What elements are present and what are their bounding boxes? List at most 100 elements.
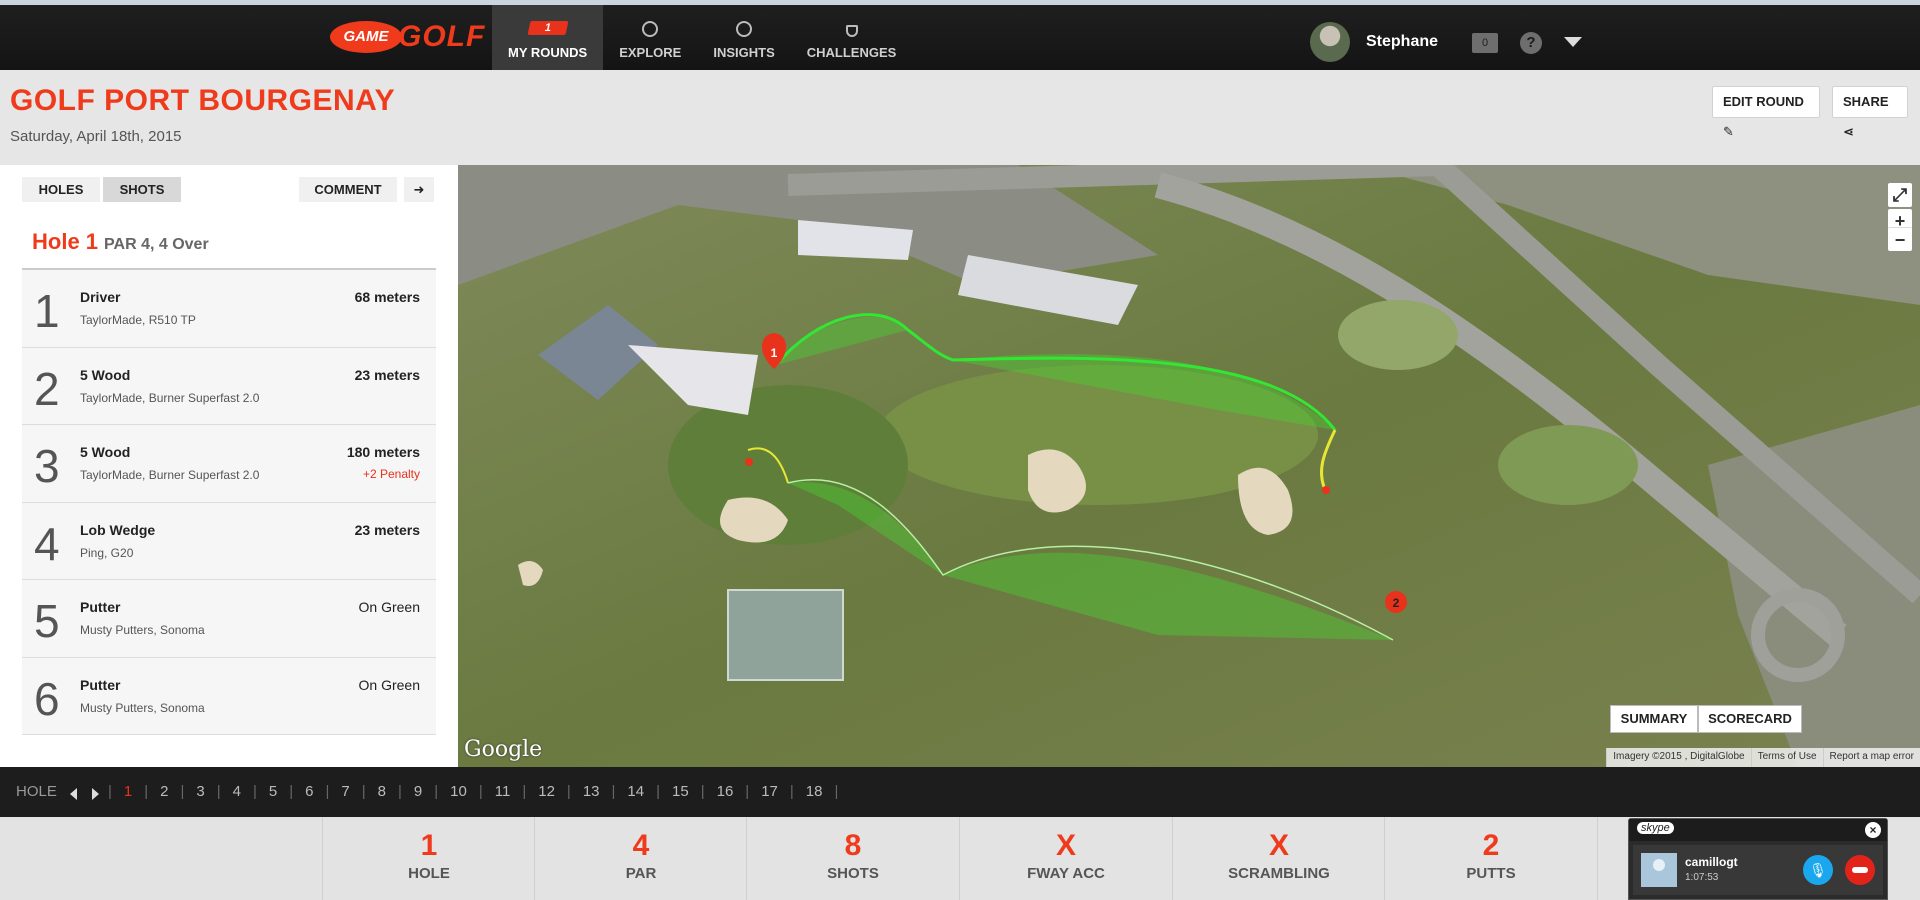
stat-value: 2: [1482, 829, 1500, 862]
user-menu[interactable]: Stephane: [1310, 22, 1438, 62]
gamegolf-logo[interactable]: GAME GOLF: [330, 17, 484, 57]
shot-club-model: TaylorMade, R510 TP: [80, 313, 196, 327]
fullscreen-icon[interactable]: ⤢: [1888, 183, 1912, 207]
terms-link[interactable]: Terms of Use: [1750, 748, 1823, 767]
help-icon[interactable]: ?: [1520, 32, 1542, 54]
shot-club-model: TaylorMade, Burner Superfast 2.0: [80, 390, 260, 405]
hole-link-18[interactable]: 18: [806, 783, 823, 800]
hole-link-17[interactable]: 17: [761, 783, 778, 800]
report-error-link[interactable]: Report a map error: [1822, 748, 1920, 767]
zoom-out-button[interactable]: −: [1888, 227, 1912, 251]
hole-link-10[interactable]: 10: [450, 783, 467, 800]
stat-label: FWAY ACC: [1027, 865, 1105, 882]
tab-holes[interactable]: HOLES: [22, 177, 100, 202]
list-item[interactable]: 5 Putter Musty Putters, Sonoma On Green: [22, 580, 436, 658]
top-bar: GAME GOLF 1 MY ROUNDS EXPLORE INSIGHTS C…: [0, 0, 1920, 70]
caller-name: camillogt: [1685, 855, 1738, 869]
shot-number: 6: [34, 672, 60, 725]
shot-club: Putter: [80, 599, 121, 615]
tab-shots[interactable]: SHOTS: [103, 177, 181, 202]
microphone-icon[interactable]: 🎙: [1803, 855, 1833, 885]
nav-insights[interactable]: INSIGHTS: [697, 5, 790, 70]
nav-label: INSIGHTS: [713, 45, 775, 60]
avatar[interactable]: [1310, 22, 1350, 62]
shot-club: Putter: [80, 676, 121, 693]
tee-marker-2[interactable]: 2: [1385, 591, 1407, 613]
call-duration: 1:07:53: [1685, 872, 1719, 883]
pencil-icon: ✎: [1723, 124, 1734, 139]
scorecard-button[interactable]: SCORECARD: [1698, 705, 1802, 733]
chevron-down-icon[interactable]: [1564, 37, 1582, 47]
stat-value: 1: [420, 829, 438, 862]
summary-button[interactable]: SUMMARY: [1610, 705, 1698, 733]
hole-separator: |: [398, 783, 402, 800]
hole-link-9[interactable]: 9: [414, 783, 422, 800]
collapse-arrow-icon[interactable]: ➜: [404, 177, 434, 202]
hole-separator: |: [325, 783, 330, 800]
skype-call-widget[interactable]: skype × camillogt 1:07:53 🎙: [1628, 818, 1888, 900]
list-item[interactable]: 4 Lob Wedge Ping, G20 23 meters: [22, 502, 436, 580]
imagery-credit: Imagery ©2015 , DigitalGlobe: [1606, 748, 1750, 767]
hole-link-2[interactable]: 2: [160, 783, 168, 800]
nav-my-rounds[interactable]: 1 MY ROUNDS: [492, 5, 604, 70]
hole-link-5[interactable]: 5: [269, 783, 277, 800]
marker-label: 1: [771, 346, 778, 360]
hole-nav-label: HOLE: [16, 783, 57, 800]
logo-game-text: GAME: [330, 21, 402, 53]
hang-up-icon[interactable]: [1845, 855, 1875, 885]
messages-icon[interactable]: 0: [1472, 33, 1498, 53]
hole-separator: |: [180, 783, 185, 800]
list-item[interactable]: 2 5 Wood TaylorMade, Burner Superfast 2.…: [22, 347, 436, 425]
hole-link-15[interactable]: 15: [672, 783, 689, 800]
stat-divider: [1597, 817, 1598, 900]
close-icon[interactable]: ×: [1865, 822, 1881, 838]
hole-separator: |: [566, 783, 571, 800]
list-item[interactable]: 3 5 Wood TaylorMade, Burner Superfast 2.…: [22, 425, 436, 503]
hole-link-6[interactable]: 6: [305, 783, 313, 800]
satellite-map[interactable]: 1 2 ⤢ + − SUMMARY SCORECARD Google Image…: [458, 165, 1920, 767]
hole-separator: |: [656, 783, 661, 800]
skype-header: skype ×: [1629, 819, 1887, 841]
shot-club-model: Musty Putters, Sonoma: [80, 623, 205, 637]
shots-panel: HOLES SHOTS COMMENT ➜ Hole 1 PAR 4, 4 Ove…: [0, 165, 458, 767]
list-item[interactable]: 1 Driver TaylorMade, R510 TP 68 meters: [22, 270, 436, 348]
hole-link-1[interactable]: 1: [124, 783, 132, 800]
hole-link-16[interactable]: 16: [717, 783, 734, 800]
map-attribution: Imagery ©2015 , DigitalGlobe Terms of Us…: [1606, 748, 1920, 767]
nav-explore[interactable]: EXPLORE: [603, 5, 697, 70]
hole-link-13[interactable]: 13: [583, 783, 600, 800]
nav-challenges[interactable]: CHALLENGES: [791, 5, 913, 70]
hole-link-8[interactable]: 8: [378, 783, 386, 800]
hole-separator: |: [611, 783, 616, 800]
hole-separator: |: [361, 783, 366, 800]
hole-link-7[interactable]: 7: [341, 783, 349, 800]
next-hole-icon[interactable]: [92, 788, 99, 800]
shot-number: 4: [34, 517, 60, 570]
prev-hole-icon[interactable]: [70, 788, 77, 800]
shot-distance: On Green: [358, 676, 420, 693]
hole-link-12[interactable]: 12: [538, 783, 555, 800]
edit-round-button[interactable]: EDIT ROUND ✎: [1712, 86, 1820, 139]
shot-number: 2: [34, 362, 60, 415]
shot-distance: 23 meters: [354, 521, 420, 538]
stat-par: 4 PAR: [534, 817, 747, 900]
hole-separator: |: [253, 783, 257, 800]
tennis-courts: [727, 589, 844, 681]
share-button[interactable]: SHARE ⋖: [1832, 86, 1908, 139]
hole-link-4[interactable]: 4: [233, 783, 241, 800]
google-logo[interactable]: Google: [464, 737, 542, 762]
stat-label: PAR: [625, 865, 657, 882]
skype-call-body: camillogt 1:07:53 🎙: [1633, 845, 1883, 895]
hole-heading: Hole 1 PAR 4, 4 Over: [32, 229, 209, 255]
shot-club: Lob Wedge: [80, 521, 156, 538]
comment-button[interactable]: COMMENT: [299, 177, 397, 202]
list-item[interactable]: 6 Putter Musty Putters, Sonoma On Green: [22, 657, 436, 735]
share-icon: ⋖: [1843, 124, 1854, 139]
hole-link-14[interactable]: 14: [627, 783, 644, 800]
hole-separator: |: [834, 783, 839, 800]
hole-link-3[interactable]: 3: [196, 783, 204, 800]
hole-link-11[interactable]: 11: [495, 783, 511, 800]
round-header: GOLF PORT BOURGENAY Saturday, April 18th…: [0, 70, 1920, 165]
stat-value: X: [1268, 829, 1289, 862]
stat-label: SCRAMBLING: [1228, 865, 1330, 882]
